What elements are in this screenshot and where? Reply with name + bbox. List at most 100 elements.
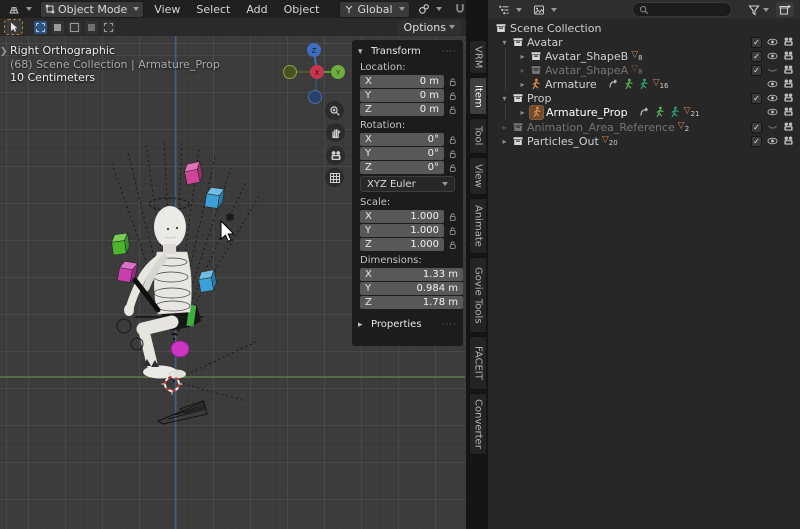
exclude-checkbox[interactable]: ✓ [751, 51, 762, 62]
new-collection-button[interactable] [776, 2, 794, 17]
tab-vrm[interactable]: VRM [469, 40, 486, 74]
tab-view[interactable]: View [469, 157, 486, 195]
scale-x-field[interactable]: X1.000 [360, 210, 444, 223]
lock-icon[interactable] [448, 163, 457, 173]
expand-triangle[interactable]: ▾ [500, 38, 509, 47]
outliner-search[interactable] [632, 2, 732, 17]
hide-eye-closed-icon[interactable] [767, 65, 778, 76]
rotation-y-field[interactable]: Y0° [360, 147, 444, 160]
tweak-tool-button[interactable] [5, 20, 22, 34]
rotation-x-field[interactable]: X0° [360, 133, 444, 146]
menu-add[interactable]: Add [240, 3, 273, 16]
location-y-field[interactable]: Y0 m [360, 89, 444, 102]
outliner-editor-type-button[interactable] [494, 3, 526, 17]
select-mode-extend-button[interactable] [51, 21, 64, 34]
search-input[interactable] [653, 3, 717, 16]
transform-orientation-button[interactable]: Global [339, 1, 409, 18]
tab-tool[interactable]: Tool [469, 118, 486, 154]
lock-icon[interactable] [448, 149, 457, 159]
render-camera-icon[interactable] [783, 136, 794, 147]
exclude-checkbox[interactable]: ✓ [751, 65, 762, 76]
outliner-row-armature[interactable]: ▸ Armature ▽16 [488, 77, 800, 91]
select-mode-intersect-button[interactable] [102, 21, 115, 34]
outliner-row-scene-collection[interactable]: Scene Collection [488, 21, 800, 35]
menu-object[interactable]: Object [278, 3, 326, 16]
camera-view-button[interactable] [326, 146, 345, 165]
scale-z-field[interactable]: Z1.000 [360, 238, 444, 251]
lock-icon[interactable] [448, 91, 457, 101]
rotation-z-field[interactable]: Z0° [360, 161, 444, 174]
tab-converter[interactable]: Converter [469, 393, 486, 455]
toolbar-expand-chevron[interactable]: ❯ [0, 47, 8, 57]
navigation-gizmo[interactable]: Z Y X [278, 38, 353, 108]
hide-eye-icon[interactable] [767, 37, 778, 48]
lock-icon[interactable] [448, 240, 457, 250]
display-mode-button[interactable] [529, 3, 561, 17]
tab-faceit[interactable]: FACEIT [469, 336, 486, 390]
render-camera-icon[interactable] [783, 93, 794, 104]
menu-view[interactable]: View [148, 3, 186, 16]
location-x-field[interactable]: X0 m [360, 75, 444, 88]
render-camera-icon[interactable] [783, 37, 794, 48]
render-camera-icon[interactable] [783, 107, 794, 118]
panel-drag-dots[interactable]: ···· [442, 47, 457, 57]
render-camera-icon[interactable] [783, 79, 794, 90]
select-mode-subtract-button[interactable] [68, 21, 81, 34]
rotation-mode-dropdown[interactable]: XYZ Euler [360, 176, 455, 192]
gizmo-z-neg-axis[interactable] [309, 91, 322, 104]
outliner-row-armature-prop[interactable]: ▸ Armature_Prop ▽21 [488, 105, 800, 119]
tab-govie-tools[interactable]: Govie Tools [469, 257, 486, 333]
hide-eye-icon[interactable] [767, 51, 778, 62]
lock-icon[interactable] [448, 77, 457, 87]
hide-eye-icon[interactable] [767, 107, 778, 118]
exclude-checkbox[interactable]: ✓ [751, 136, 762, 147]
outliner-row-particles-out[interactable]: ▸ Particles_Out ▽20 ✓ [488, 134, 800, 148]
expand-triangle[interactable]: ▸ [518, 108, 527, 117]
expand-triangle[interactable]: ▸ [500, 137, 509, 146]
mode-select-button[interactable]: Object Mode [40, 1, 144, 18]
menu-select[interactable]: Select [190, 3, 236, 16]
pivot-point-button[interactable] [414, 2, 446, 16]
lock-icon[interactable] [448, 226, 457, 236]
exclude-checkbox[interactable]: ✓ [751, 122, 762, 133]
outliner-row-avatar-shapea[interactable]: ▸ Avatar_ShapeA ▽8 ✓ [488, 63, 800, 77]
expand-triangle[interactable]: ▸ [518, 66, 527, 75]
dimensions-z-field[interactable]: Z1.78 m [360, 296, 463, 309]
expand-triangle[interactable]: ▾ [500, 94, 509, 103]
filter-button[interactable] [748, 4, 769, 16]
render-camera-icon[interactable] [783, 65, 794, 76]
exclude-checkbox[interactable]: ✓ [751, 93, 762, 104]
gizmo-y-neg-axis[interactable] [284, 66, 297, 79]
expand-triangle[interactable]: ▸ [518, 80, 527, 89]
hide-eye-icon[interactable] [767, 79, 778, 90]
lock-icon[interactable] [448, 135, 457, 145]
outliner-row-avatar-shapeb[interactable]: ▸ Avatar_ShapeB ▽8 ✓ [488, 49, 800, 63]
outliner-row-avatar[interactable]: ▾ Avatar ✓ [488, 35, 800, 49]
tab-item[interactable]: Item [469, 77, 486, 115]
editor-type-button[interactable] [4, 2, 36, 16]
hide-eye-icon[interactable] [767, 136, 778, 147]
scale-y-field[interactable]: Y1.000 [360, 224, 444, 237]
lock-icon[interactable] [448, 212, 457, 222]
dimensions-x-field[interactable]: X1.33 m [360, 268, 463, 281]
select-mode-set-button[interactable] [34, 21, 47, 34]
location-z-field[interactable]: Z0 m [360, 103, 444, 116]
select-mode-invert-button[interactable] [85, 21, 98, 34]
hide-eye-closed-icon[interactable] [767, 122, 778, 133]
properties-panel-header[interactable]: ▸ Properties ···· [352, 317, 463, 332]
ortho-toggle-button[interactable] [325, 168, 344, 187]
exclude-checkbox[interactable]: ✓ [751, 37, 762, 48]
render-camera-icon[interactable] [783, 122, 794, 133]
zoom-view-button[interactable] [325, 101, 344, 120]
pan-view-button[interactable] [326, 123, 345, 142]
outliner-row-animation-area-reference[interactable]: ▸ Animation_Area_Reference ▽2 ✓ [488, 120, 800, 134]
lock-icon[interactable] [448, 105, 457, 115]
expand-triangle[interactable]: ▸ [518, 52, 527, 61]
hide-eye-icon[interactable] [767, 93, 778, 104]
outliner-row-prop[interactable]: ▾ Prop ✓ [488, 91, 800, 105]
transform-panel-header[interactable]: ▾ Transform ···· [352, 44, 463, 59]
panel-drag-dots[interactable]: ···· [442, 320, 457, 330]
dimensions-y-field[interactable]: Y0.984 m [360, 282, 463, 295]
render-camera-icon[interactable] [783, 51, 794, 62]
tab-animate[interactable]: Animate [469, 198, 486, 254]
